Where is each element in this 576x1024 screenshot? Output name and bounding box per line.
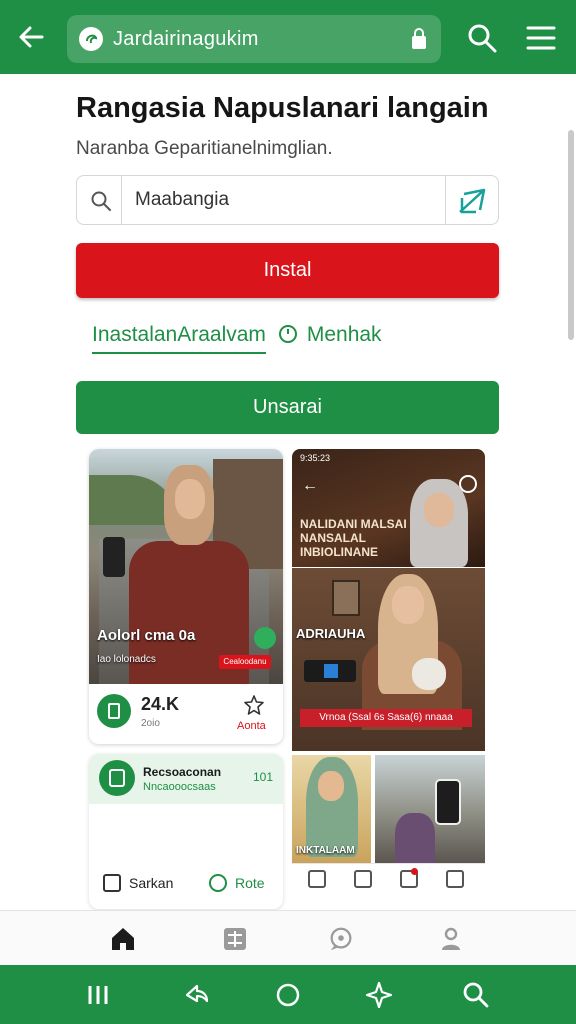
page-subtitle: Naranba Geparitianelnimglian. (76, 138, 333, 159)
view-count: 24.K (141, 694, 180, 714)
feed-card-video[interactable]: Aolorl cma 0a Iao lolonadcs Cealoodanu 2… (89, 449, 283, 744)
thumbnail-title: Aolorl cma 0a (97, 627, 196, 644)
install-button[interactable]: Instal (76, 243, 499, 298)
top-app-bar: Jardairinagukim (0, 0, 576, 74)
feed-card-story-4[interactable] (375, 755, 485, 863)
story-banner: Vrnoa (Ssal 6s Sasa(6) nnaaa (300, 709, 472, 727)
live-dot-icon (254, 627, 276, 649)
back-arrow-icon[interactable]: ← (302, 477, 318, 495)
cat-figure (412, 658, 446, 690)
person-figure (306, 757, 358, 857)
search-field[interactable] (76, 175, 499, 225)
note-action[interactable]: Rote (209, 874, 265, 896)
thumbnail-subtitle: Iao lolonadcs (97, 654, 156, 665)
divider (121, 176, 122, 224)
grid-icon[interactable] (221, 925, 249, 953)
document-icon (99, 760, 135, 796)
save-action[interactable]: Sarkan (103, 874, 173, 896)
scrollbar[interactable] (568, 130, 574, 340)
card-stats: 24.K 2oio Aonta (89, 684, 283, 744)
share-icon[interactable] (183, 981, 211, 1009)
star-icon[interactable] (243, 694, 265, 716)
sparkle-icon[interactable] (365, 981, 393, 1009)
play-icon[interactable] (324, 664, 338, 678)
bottom-navigation (0, 910, 576, 965)
address-bar[interactable]: Jardairinagukim (67, 15, 441, 63)
profile-icon[interactable] (437, 925, 465, 953)
phone-shape (435, 779, 461, 825)
picture-frame (332, 580, 360, 616)
feed-card-story-2[interactable]: ADRIAUHA Vrnoa (Ssal 6s Sasa(6) nnaaa (292, 568, 485, 751)
system-navigation (0, 965, 576, 1024)
home-circle-icon[interactable] (274, 981, 302, 1009)
story-headline: Nalidani malsai nansalal inbiolinane (300, 517, 407, 559)
home-icon[interactable] (308, 870, 326, 888)
note-icon (209, 874, 227, 892)
feed-card-story-3[interactable]: INKTALAAM (292, 755, 371, 863)
more-link[interactable]: Menhak (307, 323, 382, 346)
divider (445, 176, 446, 224)
home-icon[interactable] (109, 925, 137, 953)
folder-icon (103, 874, 121, 892)
chat-icon[interactable] (327, 925, 355, 953)
menu-icon[interactable] (524, 22, 558, 54)
info-card[interactable]: Recsoaconan Nncaooocsaas 101 Sarkan Rote (89, 754, 283, 909)
bookmark-icon[interactable] (354, 870, 372, 888)
info-subtitle: Nncaooocsaas (143, 781, 216, 793)
view-count-sub: 2oio (141, 718, 160, 729)
recents-icon[interactable] (84, 981, 112, 1009)
primary-green-button[interactable]: Unsarai (76, 381, 499, 434)
media-controls[interactable] (304, 660, 356, 682)
video-thumbnail[interactable]: Aolorl cma 0a Iao lolonadcs Cealoodanu (89, 449, 283, 684)
clock-icon (279, 325, 298, 343)
star-label[interactable]: Aonta (237, 720, 266, 732)
person-figure (395, 813, 435, 863)
info-number: 101 (253, 770, 274, 784)
story-headline: ADRIAUHA (296, 626, 366, 641)
link-row: InastalanAraalvam Menhak (92, 323, 382, 354)
person-face (175, 479, 205, 519)
person-figure (410, 479, 468, 567)
search-input[interactable] (135, 186, 435, 214)
save-action-label: Sarkan (129, 875, 174, 891)
search-icon[interactable] (466, 22, 498, 54)
app-icon[interactable] (97, 694, 131, 728)
tab-link[interactable]: InastalanAraalvam (92, 323, 266, 354)
thumbnail-tag: Cealoodanu (219, 655, 271, 669)
feed-card-story-1[interactable]: 9:35:23 ← Nalidani malsai nansalal inbio… (292, 449, 485, 567)
search-icon (91, 191, 111, 211)
send-icon[interactable] (458, 188, 486, 214)
page-title: Rangasia Napuslanari langain (76, 92, 489, 124)
lock-icon (412, 28, 426, 49)
phone-shape (103, 537, 125, 577)
site-icon (79, 27, 103, 51)
story-label: INKTALAAM (296, 845, 355, 856)
info-title: Recsoaconan (143, 765, 222, 779)
profile-icon[interactable] (446, 870, 464, 888)
embedded-nav (292, 863, 485, 899)
status-time: 9:35:23 (300, 453, 331, 463)
note-action-label: Rote (235, 875, 265, 891)
notification-dot (411, 868, 418, 875)
address-text: Jardairinagukim (113, 28, 259, 50)
search-icon[interactable] (462, 981, 490, 1009)
back-arrow-icon[interactable] (14, 20, 48, 54)
